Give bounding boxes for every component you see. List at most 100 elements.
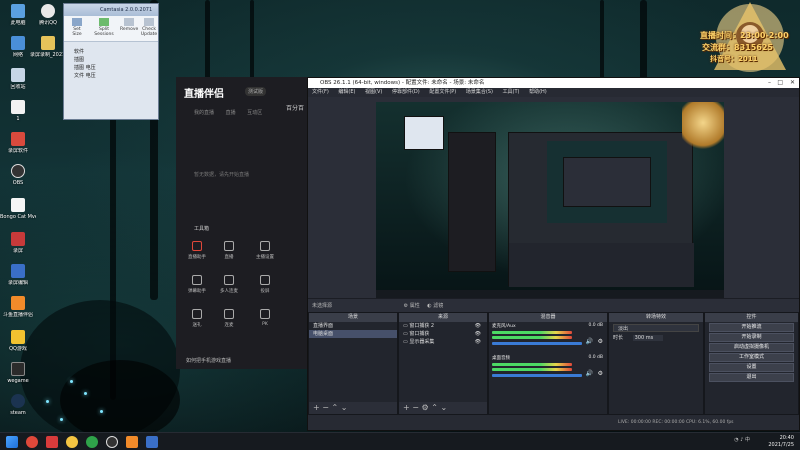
desktop-icon-recycle-bin[interactable]: 回收站 — [0, 68, 36, 90]
desktop-icon-qq[interactable]: 腾讯QQ — [30, 4, 66, 26]
scene-item[interactable]: 电脑桌面 — [309, 330, 397, 338]
browser-icon[interactable] — [66, 436, 78, 448]
move-up-icon[interactable]: ⌃ — [431, 403, 438, 412]
eye-icon[interactable]: 👁 — [475, 330, 481, 338]
camtasia-window[interactable]: Camtasia 2.0.0.2071 Set Size Split Sessi… — [63, 3, 159, 120]
obs-docks: 场景 直播界面 电脑桌面 + − ⌃ ⌄ 来源 ▭ 窗口捕获 2 👁 ▭ 窗口捕获… — [308, 312, 799, 415]
zhibo-tool[interactable]: 直播 — [216, 241, 242, 260]
desktop-icon-bongo-cat[interactable]: Bongo Cat Mver - St... — [0, 198, 36, 220]
desktop-icon-steam[interactable]: steam — [0, 394, 36, 416]
menu-scene-collection[interactable]: 场景集合(S) — [466, 89, 493, 95]
menu-profile[interactable]: 配置文件(P) — [429, 89, 456, 95]
zhibo-tool[interactable]: 送礼 — [184, 309, 210, 328]
duration-row: 时长 300 ms — [609, 334, 703, 342]
check-update-button[interactable]: Check Update — [140, 18, 158, 37]
app-icon[interactable] — [126, 436, 138, 448]
steam-icon — [11, 394, 25, 408]
zhibo-footer-link[interactable]: 如何把手机游戏直播 — [186, 357, 231, 364]
start-recording-button[interactable]: 开始录制 — [709, 333, 794, 342]
remove-source-icon[interactable]: − — [412, 403, 419, 412]
speaker-icon[interactable]: 🔊 — [586, 370, 593, 377]
gear-icon[interactable]: ⚙ — [598, 338, 603, 345]
app-icon[interactable] — [26, 436, 38, 448]
zhibo-logo: 直播伴侣 — [184, 89, 224, 100]
desktop-volume-slider[interactable] — [492, 374, 582, 377]
desktop-icon-douyu[interactable]: 斗鱼直播伴侣 — [0, 296, 36, 318]
gear-icon[interactable]: ⚙ — [422, 403, 429, 412]
move-down-icon[interactable]: ⌄ — [440, 403, 447, 412]
camtasia-title: Camtasia 2.0.0.2071 — [64, 4, 158, 16]
studio-mode-button[interactable]: 工作室模式 — [709, 353, 794, 362]
desktop-icon-wegame[interactable]: wegame — [0, 362, 36, 384]
app-icon[interactable] — [46, 436, 58, 448]
zhibo-window[interactable]: 直播伴侣 测试版 我的直播 直播 互动区 暂无数据，请先开始直播 工具箱 直播助… — [176, 77, 318, 369]
zhibo-tool[interactable]: 投屏 — [252, 275, 278, 294]
zhibo-tool[interactable]: PK — [252, 309, 278, 327]
start-virtual-camera-button[interactable]: 启动虚拟摄像机 — [709, 343, 794, 352]
eye-icon[interactable]: 👁 — [475, 338, 481, 346]
desktop-icon-obs[interactable]: OBS — [0, 164, 36, 186]
duration-input[interactable]: 300 ms — [632, 335, 664, 341]
move-down-icon[interactable]: ⌄ — [341, 403, 348, 412]
tree-item[interactable]: 插图 — [66, 56, 156, 64]
zhibo-tools-title: 工具箱 — [194, 226, 210, 232]
tree-item[interactable]: 插图 电压 — [66, 64, 156, 72]
zhibo-tool[interactable]: 弹幕助手 — [184, 275, 210, 294]
camtasia-ribbon: Set Size Split Sessions Remove Check Upd… — [64, 16, 158, 42]
exit-button[interactable]: 退出 — [709, 373, 794, 382]
zhibo-tool[interactable]: 连麦 — [216, 309, 242, 328]
zhibo-tab[interactable]: 直播 — [226, 110, 236, 116]
source-item[interactable]: ▭ 窗口捕获 2 👁 — [399, 322, 487, 330]
menu-view[interactable]: 视图(V) — [365, 89, 382, 95]
menu-edit[interactable]: 编辑(E) — [338, 89, 355, 95]
camtasia-tree: 软件 插图 插图 电压 文件 电压 — [66, 48, 156, 80]
tree-item[interactable]: 文件 电压 — [66, 72, 156, 80]
preview-obs-window — [508, 132, 694, 287]
taskbar-clock[interactable]: 20:40 2021/7/25 — [768, 435, 794, 449]
gear-icon[interactable]: ⚙ — [598, 370, 603, 377]
mic-volume-slider[interactable] — [492, 342, 582, 345]
source-item[interactable]: ▭ 窗口捕获 👁 — [399, 330, 487, 338]
source-item[interactable]: ▭ 显示器采集 👁 — [399, 338, 487, 346]
menu-file[interactable]: 文件(F) — [312, 89, 329, 95]
windows-start-icon[interactable] — [6, 436, 18, 448]
network-icon[interactable]: ◔ — [734, 437, 738, 443]
speaker-icon[interactable]: 🔊 — [586, 338, 593, 345]
start-streaming-button[interactable]: 开始推流 — [709, 323, 794, 332]
obs-icon[interactable] — [106, 436, 118, 448]
menu-help[interactable]: 帮助(H) — [529, 89, 547, 95]
remove-button[interactable]: Remove — [120, 18, 138, 32]
remove-scene-icon[interactable]: − — [322, 403, 329, 412]
transition-select[interactable]: 淡出 — [613, 324, 699, 332]
split-sessions-button[interactable]: Split Sessions — [92, 18, 116, 37]
zhibo-tool[interactable]: 直播助手 — [184, 241, 210, 260]
add-source-icon[interactable]: + — [403, 403, 410, 412]
desktop-icon-file-1[interactable]: 1 — [0, 100, 36, 122]
zhibo-tab[interactable]: 我的直播 — [194, 110, 214, 116]
volume-icon[interactable]: ♪ — [740, 437, 743, 443]
obs-window[interactable]: OBS 26.1.1 (64-bit, windows) - 配置文件: 未命名… — [307, 77, 800, 431]
desktop-icon-record[interactable]: 录屏 — [0, 232, 36, 254]
zhibo-tool[interactable]: 主播设置 — [252, 241, 278, 260]
desktop-icon-qq-game[interactable]: QQ游戏 — [0, 330, 36, 352]
menu-docks[interactable]: 停靠部件(D) — [392, 89, 420, 95]
obs-preview[interactable] — [376, 102, 724, 298]
filters-button[interactable]: ◐ 滤镜 — [427, 303, 443, 309]
zhibo-tool[interactable]: 多人连麦 — [216, 275, 242, 294]
eye-icon[interactable]: 👁 — [475, 322, 481, 330]
set-size-button[interactable]: Set Size — [68, 18, 86, 37]
input-language[interactable]: 中 — [745, 437, 750, 443]
menu-tools[interactable]: 工具(T) — [503, 89, 520, 95]
tree-item[interactable]: 软件 — [66, 48, 156, 56]
settings-button[interactable]: 设置 — [709, 363, 794, 372]
app-icon[interactable] — [146, 436, 158, 448]
desktop-icon-recorder[interactable]: 录屏软件 — [0, 132, 36, 154]
chrome-icon[interactable] — [86, 436, 98, 448]
desktop-icon-record-edit[interactable]: 录屏编辑 — [0, 264, 36, 286]
properties-button[interactable]: ⚙ 属性 — [404, 303, 420, 309]
scene-item[interactable]: 直播界面 — [309, 322, 397, 330]
zhibo-tab[interactable]: 互动区 — [247, 110, 262, 116]
desktop-icon-recording-folder[interactable]: 录屏录制_20210725 — [30, 36, 66, 58]
add-scene-icon[interactable]: + — [313, 403, 320, 412]
move-up-icon[interactable]: ⌃ — [332, 403, 339, 412]
